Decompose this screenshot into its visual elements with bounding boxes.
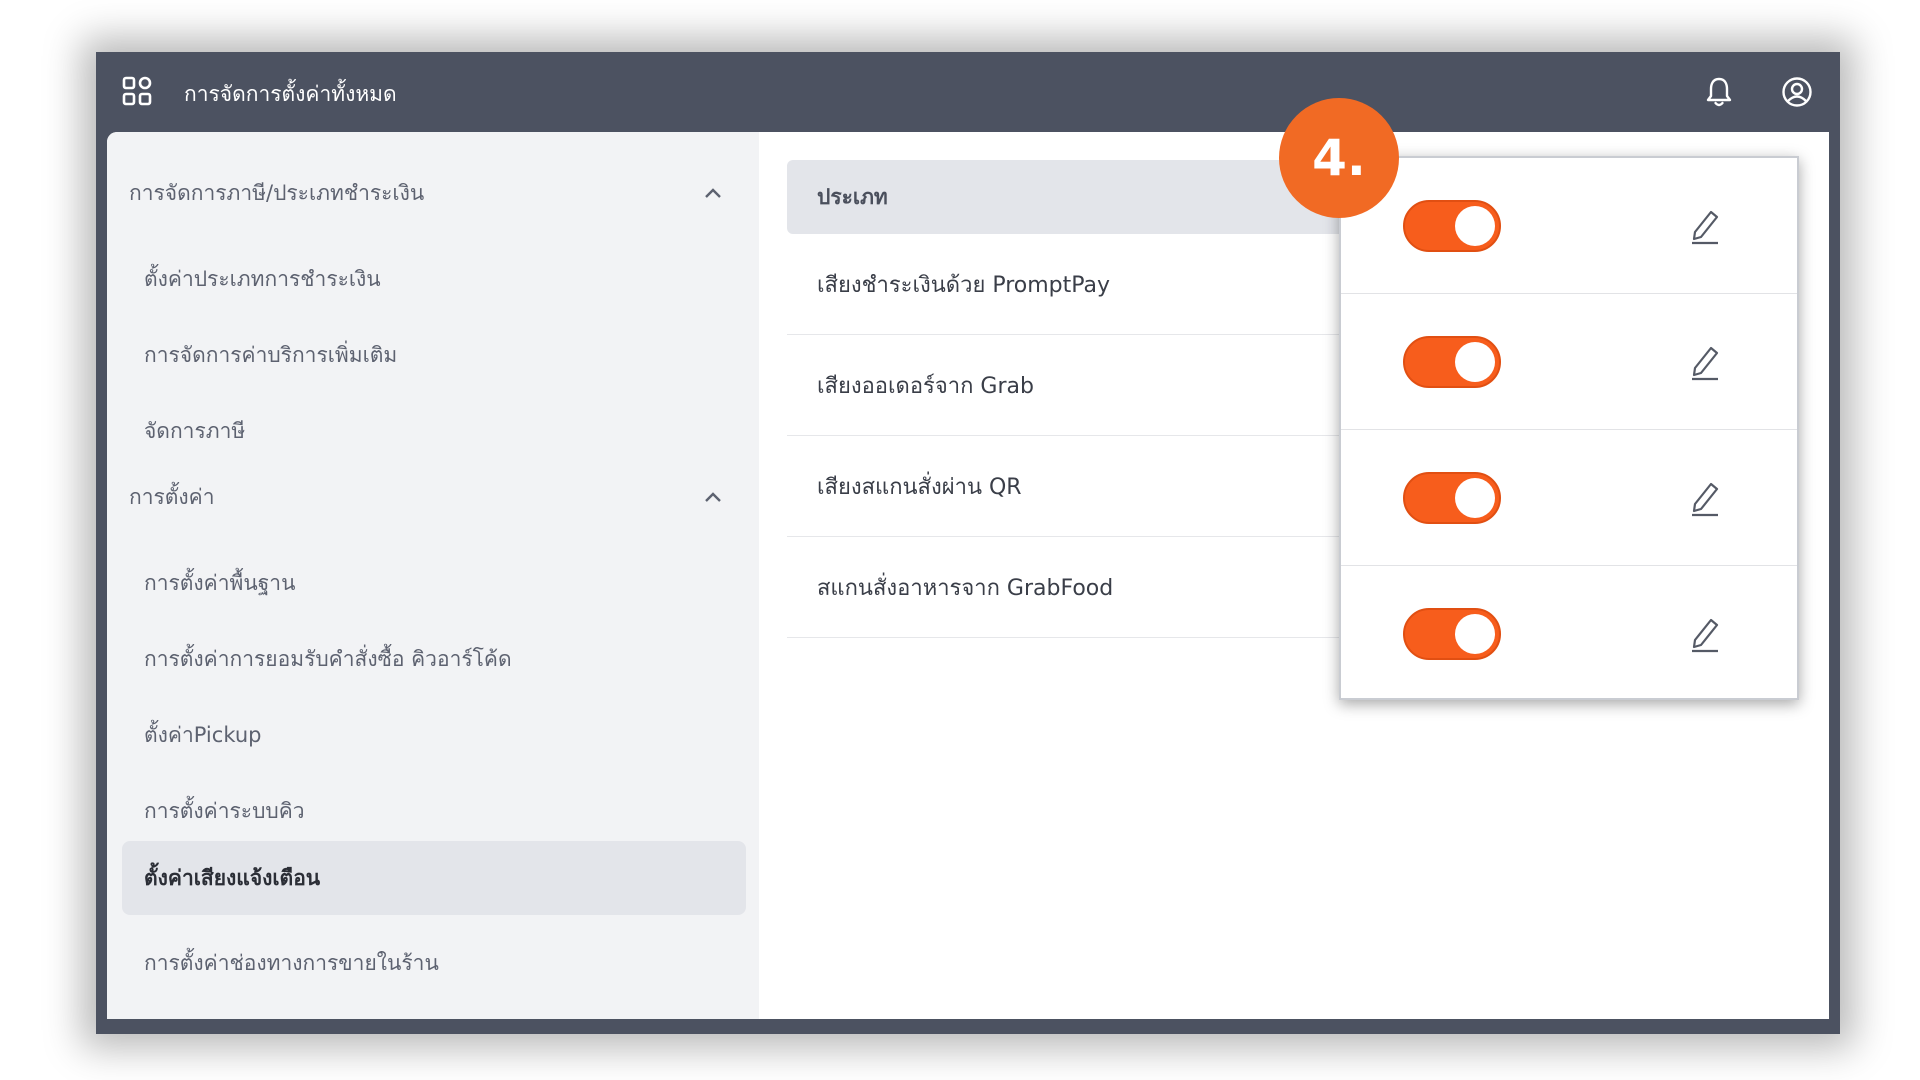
sidebar-item-payment-types[interactable]: ตั้งค่าประเภทการชำระเงิน [122, 242, 746, 316]
sound-toggle-qr-scan[interactable] [1403, 472, 1501, 524]
sidebar-group-label: การจัดการภาษี/ประเภทชำระเงิน [129, 180, 425, 205]
toggle-knob [1455, 206, 1495, 246]
sidebar-item-label: การตั้งค่าช่องทางการขายในร้าน [144, 950, 439, 975]
sidebar-group-settings[interactable]: การตั้งค่า [129, 477, 723, 517]
sound-toggle-promptpay[interactable] [1403, 200, 1501, 252]
toggle-knob [1455, 478, 1495, 518]
sidebar-item-basic-settings[interactable]: การตั้งค่าพื้นฐาน [122, 546, 746, 620]
sidebar-group-tax-payment[interactable]: การจัดการภาษี/ประเภทชำระเงิน [129, 173, 723, 213]
table-row: เสียงสแกนสั่งผ่าน QR [787, 436, 1347, 537]
sidebar-item-qr-order-acceptance[interactable]: การตั้งค่าการยอมรับคำสั่งซื้อ คิวอาร์โค้… [122, 622, 746, 696]
sidebar-item-label: การตั้งค่าการยอมรับคำสั่งซื้อ คิวอาร์โค้… [144, 646, 512, 671]
top-bar: การจัดการตั้งค่าทั้งหมด [96, 52, 1840, 132]
sidebar-item-label: การตั้งค่าระบบคิว [144, 798, 305, 823]
toggle-knob [1455, 342, 1495, 382]
pencil-edit-icon[interactable] [1687, 614, 1723, 654]
callout-row [1341, 566, 1797, 702]
callout-row [1341, 430, 1797, 566]
sidebar-item-label: ตั้งค่าเสียงแจ้งเตือน [144, 865, 321, 890]
sidebar-item-label: การจัดการค่าบริการเพิ่มเติม [144, 342, 398, 367]
table-header-type: ประเภท [787, 160, 1347, 234]
row-label: เสียงสแกนสั่งผ่าน QR [817, 474, 1022, 500]
sidebar-item-in-store-sales-channels[interactable]: การตั้งค่าช่องทางการขายในร้าน [122, 926, 746, 1000]
toggle-actions-callout [1339, 156, 1799, 700]
row-label: เสียงชำระเงินด้วย PromptPay [817, 272, 1111, 298]
sidebar-item-label: การตั้งค่าพื้นฐาน [144, 570, 296, 595]
chevron-up-icon[interactable] [703, 490, 723, 504]
row-label: สแกนสั่งอาหารจาก GrabFood [817, 575, 1114, 601]
sidebar-item-pickup-settings[interactable]: ตั้งค่าPickup [122, 698, 746, 772]
sidebar-item-label: ตั้งค่าประเภทการชำระเงิน [144, 266, 381, 291]
sound-toggle-grab[interactable] [1403, 336, 1501, 388]
callout-row [1341, 294, 1797, 430]
sidebar-group-label: การตั้งค่า [129, 484, 215, 509]
sidebar-item-label: จัดการภาษี [144, 418, 246, 443]
bell-icon[interactable] [1704, 76, 1734, 108]
settings-sidebar: การจัดการภาษี/ประเภทชำระเงิน ตั้งค่าประเ… [107, 132, 759, 1019]
app-title: การจัดการตั้งค่าทั้งหมด [184, 82, 397, 106]
table-row: เสียงออเดอร์จาก Grab [787, 335, 1347, 436]
callout-row [1341, 158, 1797, 294]
table-row: เสียงชำระเงินด้วย PromptPay [787, 234, 1347, 335]
table-row: สแกนสั่งอาหารจาก GrabFood [787, 537, 1347, 638]
chevron-up-icon[interactable] [703, 186, 723, 200]
toggle-knob [1455, 614, 1495, 654]
pencil-edit-icon[interactable] [1687, 342, 1723, 382]
row-label: เสียงออเดอร์จาก Grab [817, 373, 1034, 399]
sidebar-item-tax-management[interactable]: จัดการภาษี [122, 394, 746, 468]
sidebar-item-notification-sounds[interactable]: ตั้งค่าเสียงแจ้งเตือน [122, 841, 746, 915]
step-number-badge: 4. [1279, 98, 1399, 218]
sidebar-item-extra-service-charges[interactable]: การจัดการค่าบริการเพิ่มเติม [122, 318, 746, 392]
sidebar-item-label: ตั้งค่าPickup [144, 722, 262, 747]
sound-toggle-grabfood[interactable] [1403, 608, 1501, 660]
pencil-edit-icon[interactable] [1687, 478, 1723, 518]
pencil-edit-icon[interactable] [1687, 206, 1723, 246]
user-circle-icon[interactable] [1781, 76, 1813, 108]
grid-icon[interactable] [122, 76, 152, 106]
sidebar-item-queue-settings[interactable]: การตั้งค่าระบบคิว [122, 774, 746, 848]
